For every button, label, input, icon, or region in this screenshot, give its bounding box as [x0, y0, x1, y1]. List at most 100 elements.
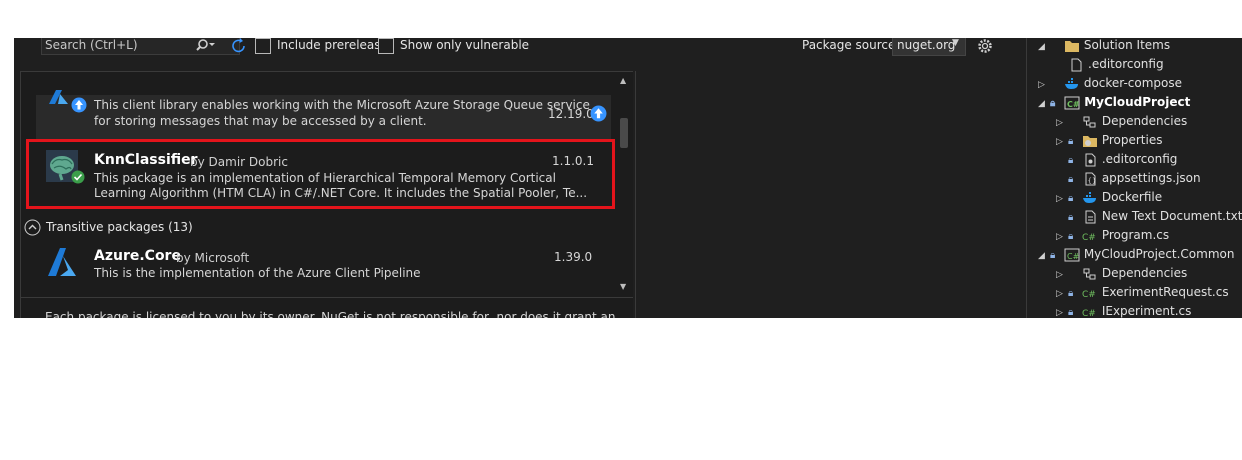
search-icon[interactable] — [196, 38, 216, 53]
update-available-icon — [71, 97, 87, 113]
tree-item-exerimentrequest[interactable]: ▷ 🔒︎ C# ExerimentRequest.cs — [1056, 283, 1229, 302]
tree-item-label: Program.cs — [1101, 228, 1170, 242]
tree-item-docker-compose[interactable]: ▷ docker-compose — [1038, 74, 1182, 93]
selection-highlight — [26, 139, 615, 209]
tree-item-label: New Text Document.txt — [1101, 209, 1242, 223]
json-file-icon: {} — [1085, 172, 1096, 185]
lock-icon: 🔒︎ — [1050, 98, 1056, 109]
expanded-arrow-icon: ◢ — [1038, 251, 1045, 261]
tree-item-editorconfig[interactable]: 🔒︎ .editorconfig — [1068, 150, 1177, 169]
tree-item-new-text-document[interactable]: 🔒︎ New Text Document.txt — [1068, 207, 1242, 226]
tree-item-mycloudproject-common[interactable]: ◢ 🔒︎ C# MyCloudProject.Common — [1038, 245, 1234, 264]
csharp-project-icon: C# — [1064, 96, 1080, 109]
license-notice: Each package is licensed to you by its o… — [45, 310, 615, 318]
tree-item-label: appsettings.json — [1101, 171, 1201, 185]
package-author: by Microsoft — [176, 251, 250, 265]
gear-icon[interactable] — [976, 38, 994, 55]
tree-item-program-cs[interactable]: ▷ 🔒︎ C# Program.cs — [1056, 226, 1169, 245]
tree-item-mycloudproject[interactable]: ◢ 🔒︎ C# MyCloudProject — [1038, 93, 1190, 112]
divider — [635, 71, 636, 318]
tree-item-label: .editorconfig — [1088, 57, 1164, 71]
tree-item-solution-items[interactable]: ◢ Solution Items — [1038, 38, 1170, 55]
chevron-down-icon: ▼ — [952, 38, 959, 48]
package-source-value: nuget.org — [897, 38, 956, 52]
lock-icon: 🔒︎ — [1068, 231, 1074, 242]
tree-item-label: Dependencies — [1101, 266, 1188, 280]
tree-item-editorconfig[interactable]: .editorconfig — [1068, 55, 1164, 74]
tree-item-iexperiment[interactable]: ▷ 🔒︎ C# IExperiment.cs — [1056, 302, 1191, 318]
docker-icon — [1064, 77, 1078, 89]
lock-icon: 🔒︎ — [1068, 288, 1074, 299]
text-file-icon — [1085, 210, 1096, 223]
tree-item-label: .editorconfig — [1101, 152, 1178, 166]
lock-icon: 🔒︎ — [1068, 212, 1074, 223]
expanded-arrow-icon: ◢ — [1038, 42, 1045, 52]
azure-logo-icon — [48, 248, 76, 276]
collapse-icon[interactable] — [24, 219, 41, 236]
show-only-vulnerable-checkbox[interactable] — [378, 38, 394, 54]
scroll-up-icon[interactable]: ▲ — [620, 76, 626, 85]
divider — [1026, 38, 1027, 318]
tree-item-label: MyCloudProject.Common — [1083, 247, 1235, 261]
package-description: This client library enables working with… — [94, 98, 590, 112]
package-source-dropdown[interactable]: nuget.org ▼ — [892, 38, 966, 56]
search-placeholder: Search (Ctrl+L) — [45, 38, 138, 52]
tree-item-label: Dependencies — [1101, 114, 1188, 128]
lock-icon: 🔒︎ — [1068, 193, 1074, 204]
tree-item-dependencies[interactable]: ▷ Dependencies — [1056, 112, 1187, 131]
azure-logo-icon — [49, 90, 68, 104]
show-only-vulnerable-label: Show only vulnerable — [400, 38, 530, 52]
dependencies-icon — [1083, 116, 1096, 127]
package-description: This is the implementation of the Azure … — [94, 266, 421, 280]
file-icon — [1071, 58, 1082, 71]
svg-text:C#: C# — [1082, 233, 1096, 243]
divider — [20, 71, 21, 318]
lock-icon: 🔒︎ — [1050, 250, 1056, 261]
tree-item-label: MyCloudProject — [1084, 95, 1191, 109]
divider — [20, 71, 633, 72]
svg-text:C#: C# — [1082, 309, 1096, 319]
svg-text:C#: C# — [1067, 252, 1080, 261]
lock-icon: 🔒︎ — [1068, 136, 1074, 147]
nuget-package-manager-window: Search (Ctrl+L) Include prerelease Show … — [14, 38, 1242, 318]
collapsed-arrow-icon: ▷ — [1056, 194, 1063, 204]
lock-icon: 🔒︎ — [1068, 174, 1074, 185]
svg-text:C#: C# — [1067, 100, 1080, 109]
collapsed-arrow-icon: ▷ — [1056, 308, 1063, 318]
scrollbar-thumb[interactable] — [620, 118, 628, 148]
folder-icon — [1064, 40, 1079, 52]
tree-item-label: Properties — [1101, 133, 1163, 147]
package-source-label: Package source: — [802, 38, 900, 52]
package-version: 1.39.0 — [554, 250, 593, 264]
scrollbar[interactable] — [618, 74, 630, 294]
csharp-project-icon: C# — [1064, 248, 1080, 261]
refresh-icon[interactable] — [230, 38, 248, 55]
tree-item-appsettings[interactable]: 🔒︎ {} appsettings.json — [1068, 169, 1201, 188]
package-description: for storing messages that may be accesse… — [94, 114, 427, 128]
tree-item-properties[interactable]: ▷ 🔒︎ Properties — [1056, 131, 1162, 150]
tree-item-label: docker-compose — [1083, 76, 1183, 90]
properties-icon — [1082, 135, 1097, 147]
csharp-file-icon: C# — [1082, 233, 1096, 243]
tree-item-label: ExerimentRequest.cs — [1101, 285, 1229, 299]
tree-item-label: IExperiment.cs — [1101, 304, 1192, 318]
collapsed-arrow-icon: ▷ — [1056, 137, 1063, 147]
csharp-file-icon: C# — [1082, 290, 1096, 300]
lock-icon: 🔒︎ — [1068, 307, 1074, 318]
docker-icon — [1082, 191, 1096, 203]
svg-text:C#: C# — [1082, 290, 1096, 300]
divider — [20, 297, 633, 298]
package-version: 12.19.0 — [548, 107, 594, 121]
tree-item-dependencies[interactable]: ▷ Dependencies — [1056, 264, 1187, 283]
config-file-icon — [1085, 153, 1096, 166]
lock-icon: 🔒︎ — [1068, 155, 1074, 166]
expanded-arrow-icon: ◢ — [1038, 99, 1045, 109]
transitive-packages-header[interactable]: Transitive packages (13) — [46, 220, 193, 234]
tree-item-label: Solution Items — [1083, 38, 1171, 52]
scroll-down-icon[interactable]: ▼ — [620, 282, 626, 291]
tree-item-dockerfile[interactable]: ▷ 🔒︎ Dockerfile — [1056, 188, 1162, 207]
svg-text:{}: {} — [1087, 177, 1096, 185]
update-arrow-icon[interactable] — [590, 105, 607, 122]
include-prerelease-label: Include prerelease — [277, 38, 388, 52]
include-prerelease-checkbox[interactable] — [255, 38, 271, 54]
